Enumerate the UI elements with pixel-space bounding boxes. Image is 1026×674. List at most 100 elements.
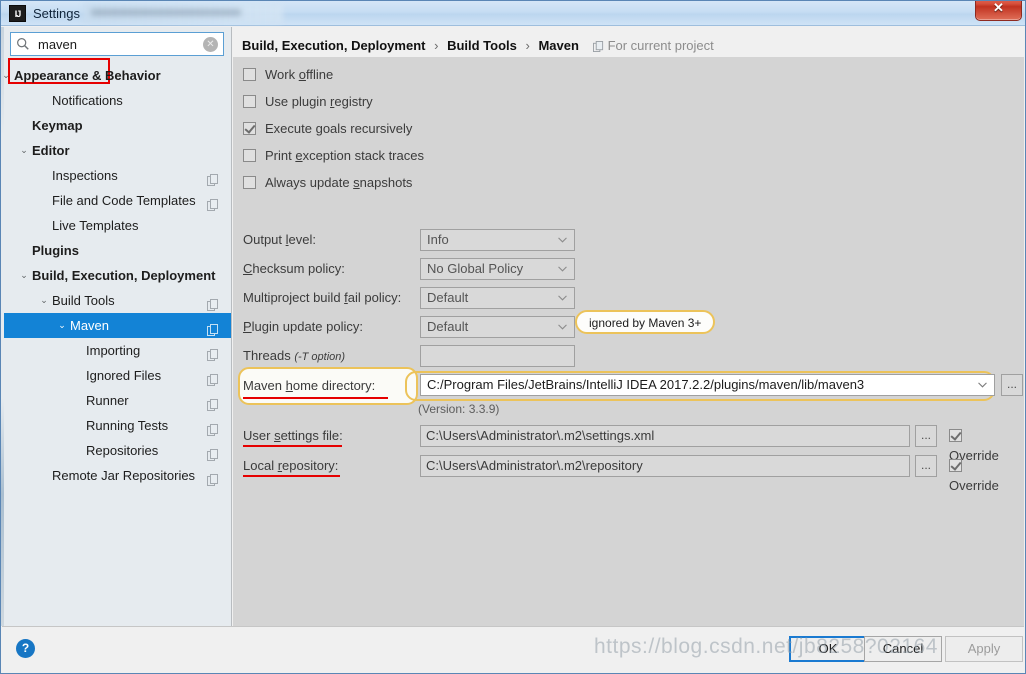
chevron-down-icon[interactable]: ⌄ [18, 138, 30, 163]
user-settings-label: User settings file: [243, 428, 343, 443]
sidebar-item-repositories[interactable]: Repositories [2, 438, 231, 463]
local-repository-override[interactable]: Override [949, 456, 999, 493]
sidebar-item-label: Importing [86, 343, 141, 358]
breadcrumb-part-1[interactable]: Build, Execution, Deployment [242, 38, 425, 53]
checkbox-box[interactable] [243, 149, 256, 162]
sidebar-item-runner[interactable]: Runner [2, 388, 231, 413]
search-input[interactable] [36, 35, 196, 54]
breadcrumb-bar: Build, Execution, Deployment › Build Too… [233, 27, 1024, 57]
sidebar-item-ignored-files[interactable]: Ignored Files [2, 363, 231, 388]
checkbox-use-plugin-registry[interactable]: Use plugin registry [243, 92, 373, 112]
checksum-policy-label: Checksum policy: [243, 261, 345, 276]
user-settings-value: C:\Users\Administrator\.m2\settings.xml [426, 428, 655, 443]
sidebar-item-label: Remote Jar Repositories [52, 468, 196, 483]
sidebar-item-label: Build, Execution, Deployment [32, 268, 216, 283]
user-settings-input[interactable]: C:\Users\Administrator\.m2\settings.xml [420, 425, 910, 447]
checkbox-print-exception-stack-traces[interactable]: Print exception stack traces [243, 146, 424, 166]
local-repository-input[interactable]: C:\Users\Administrator\.m2\repository [420, 455, 910, 477]
local-repository-override-checkbox[interactable] [949, 459, 962, 472]
maven-settings-form: Work offline Use plugin registry Execute g… [233, 57, 1024, 626]
sidebar-item-live-templates[interactable]: Live Templates [2, 213, 231, 238]
checkbox-label: Always update snapshots [265, 175, 413, 190]
scope-text: For current project [607, 38, 714, 53]
checkbox-box[interactable] [243, 95, 256, 108]
copy-icon [207, 469, 219, 486]
checkbox-execute-goals-recursively[interactable]: Execute goals recursively [243, 119, 412, 139]
checkbox-box[interactable] [243, 122, 256, 135]
maven-home-combo[interactable]: C:/Program Files/JetBrains/IntelliJ IDEA… [420, 374, 995, 396]
copy-icon [207, 369, 219, 386]
sidebar-item-maven[interactable]: ⌄ Maven [2, 313, 231, 338]
sidebar-item-label: Repositories [86, 443, 159, 458]
breadcrumb-part-2[interactable]: Build Tools [447, 38, 517, 53]
search-icon [17, 38, 29, 50]
checkbox-label: Print exception stack traces [265, 148, 424, 163]
sidebar-item-notifications[interactable]: Notifications [2, 88, 231, 113]
threads-input[interactable] [420, 345, 575, 367]
checkbox-always-update-snapshots[interactable]: Always update snapshots [243, 173, 412, 193]
sidebar-item-label: File and Code Templates [52, 193, 196, 208]
sidebar-item-keymap[interactable]: Keymap [2, 113, 231, 138]
breadcrumb: Build, Execution, Deployment › Build Too… [242, 37, 714, 55]
chevron-down-icon[interactable]: ⌄ [38, 288, 50, 313]
sidebar-item-editor[interactable]: ⌄ Editor [2, 138, 231, 163]
sidebar-item-label: Build Tools [52, 293, 115, 308]
copy-icon [207, 294, 219, 311]
copy-icon [207, 444, 219, 461]
user-settings-browse-button[interactable]: ... [915, 425, 937, 447]
sidebar-item-build-execution-deployment[interactable]: ⌄ Build, Execution, Deployment [2, 263, 231, 288]
maven-version-label: (Version: 3.3.9) [418, 402, 500, 416]
threads-hint: (-T option) [294, 351, 346, 363]
multiproject-fail-policy-select[interactable]: Default [420, 287, 575, 309]
sidebar-item-build-tools[interactable]: ⌄ Build Tools [2, 288, 231, 313]
sidebar-item-label: Maven [70, 318, 110, 333]
multiproject-fail-policy-label: Multiproject build fail policy: [243, 290, 402, 305]
checkbox-work-offline[interactable]: Work offline [243, 65, 333, 85]
user-settings-underline-annotation [243, 445, 342, 447]
local-repository-label: Local repository: [243, 458, 339, 473]
sidebar-item-label: Ignored Files [86, 368, 162, 383]
local-repository-browse-button[interactable]: ... [915, 455, 937, 477]
checkbox-box[interactable] [243, 176, 256, 189]
clear-icon[interactable]: ✕ [203, 37, 218, 52]
checksum-policy-select[interactable]: No Global Policy [420, 258, 575, 280]
sidebar-item-file-and-code-templates[interactable]: File and Code Templates [2, 188, 231, 213]
maven-home-value: C:/Program Files/JetBrains/IntelliJ IDEA… [427, 377, 865, 392]
ok-button[interactable]: OK [789, 636, 867, 662]
checksum-policy-value: No Global Policy [427, 261, 524, 276]
output-level-label: Output level: [243, 232, 316, 247]
checkbox-box[interactable] [243, 68, 256, 81]
sidebar-item-running-tests[interactable]: Running Tests [2, 413, 231, 438]
maven-home-label: Maven home directory: [243, 378, 376, 393]
maven-home-browse-button[interactable]: ... [1001, 374, 1023, 396]
sidebar-item-inspections[interactable]: Inspections [2, 163, 231, 188]
close-icon[interactable]: ✕ [975, 1, 1022, 21]
chevron-down-icon [558, 266, 567, 272]
sidebar-item-label: Live Templates [52, 218, 139, 233]
copy-icon [207, 394, 219, 411]
sidebar-item-label: Notifications [52, 93, 123, 108]
plugin-update-policy-select[interactable]: Default [420, 316, 575, 338]
local-repository-underline-annotation [243, 475, 340, 477]
sidebar-scrollbar[interactable] [1, 27, 4, 626]
sidebar-item-label: Runner [86, 393, 129, 408]
user-settings-override-checkbox[interactable] [949, 429, 962, 442]
sidebar-item-remote-jar-repositories[interactable]: Remote Jar Repositories [2, 463, 231, 488]
sidebar-item-appearance-behavior[interactable]: ⌄ Appearance & Behavior [2, 63, 231, 88]
chevron-down-icon[interactable]: ⌄ [56, 313, 68, 338]
sidebar-item-label: Running Tests [86, 418, 169, 433]
sidebar-item-plugins[interactable]: Plugins [2, 238, 231, 263]
cancel-button[interactable]: Cancel [864, 636, 942, 662]
settings-dialog-window: IJ Settings ✕ ✕ ⌄Appearance & BehaviorNo… [0, 0, 1026, 674]
copy-icon [207, 319, 219, 336]
apply-button[interactable]: Apply [945, 636, 1023, 662]
chevron-down-icon[interactable]: ⌄ [18, 263, 30, 288]
help-icon[interactable]: ? [16, 639, 35, 658]
output-level-select[interactable]: Info [420, 229, 575, 251]
output-level-value: Info [427, 232, 449, 247]
user-settings-override[interactable]: Override [949, 426, 999, 463]
sidebar-item-importing[interactable]: Importing [2, 338, 231, 363]
search-field[interactable]: ✕ [10, 32, 224, 56]
checkbox-label: Execute goals recursively [265, 121, 413, 136]
breadcrumb-part-3[interactable]: Maven [538, 38, 578, 53]
